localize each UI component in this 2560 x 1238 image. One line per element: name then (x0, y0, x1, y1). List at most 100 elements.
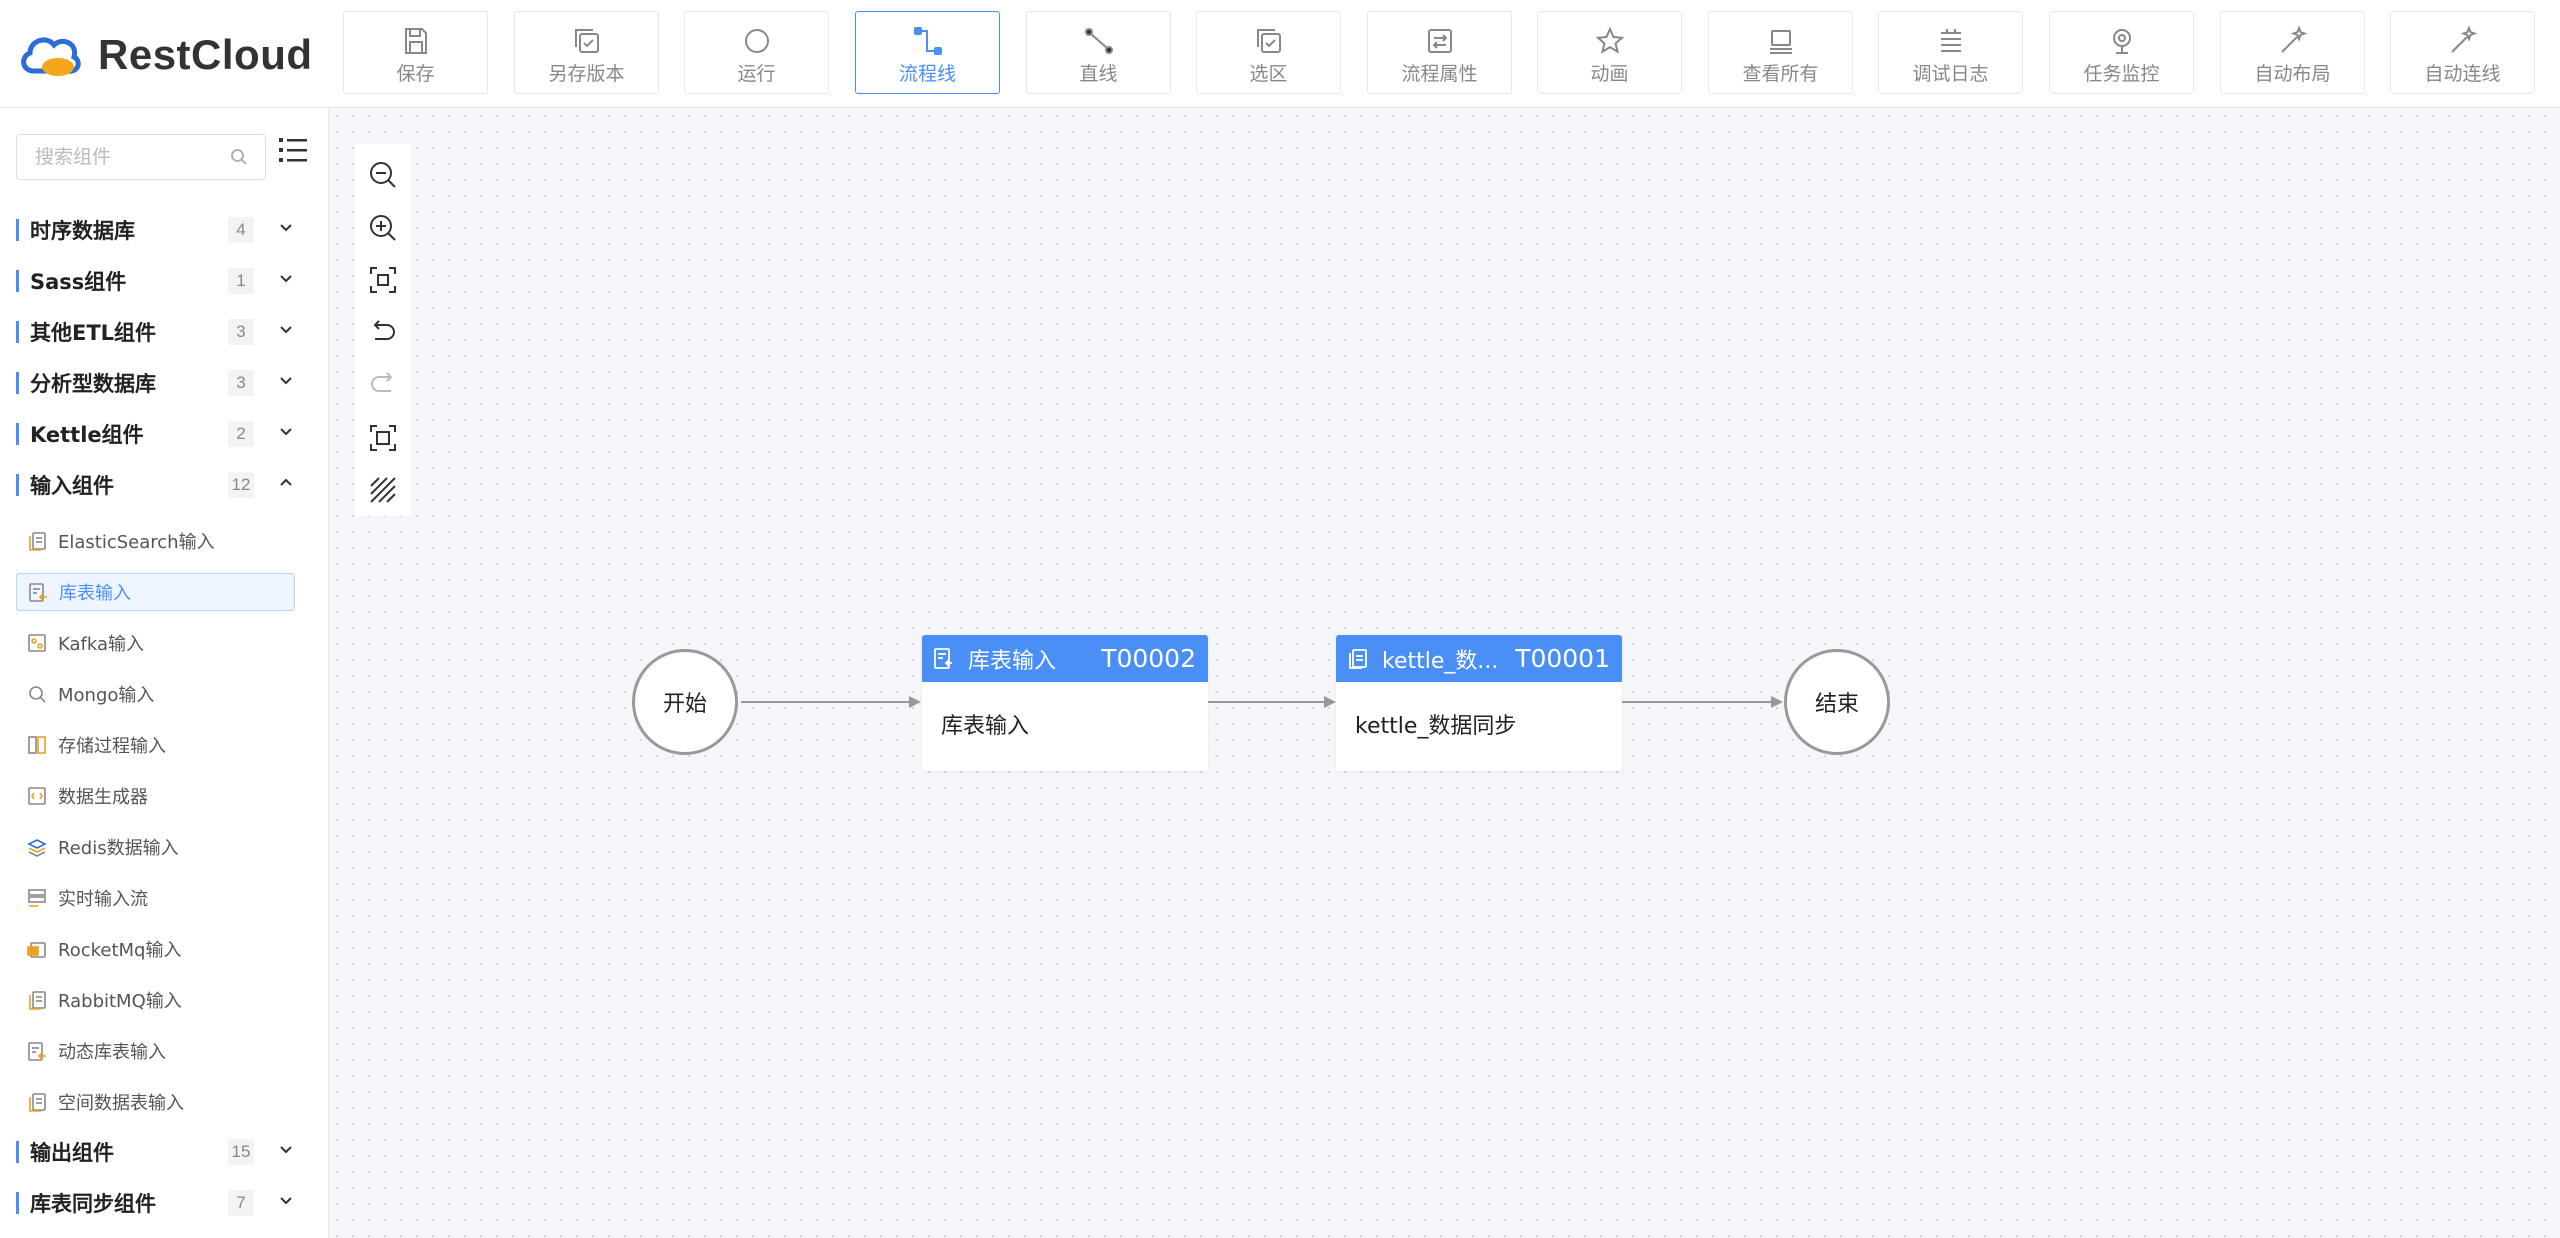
redo-icon[interactable] (365, 367, 401, 403)
circle-icon (739, 24, 775, 58)
component-item[interactable]: 动态库表输入 (16, 1032, 295, 1070)
grid-pattern-icon[interactable] (365, 472, 401, 508)
toolbar-flow-line-button[interactable]: 流程线 (855, 11, 1000, 94)
undo-icon[interactable] (365, 315, 401, 351)
component-item[interactable]: Mongo输入 (16, 675, 295, 713)
search-input[interactable] (33, 135, 227, 179)
view-all-icon (1763, 24, 1799, 58)
component-item-label: Mongo输入 (58, 685, 155, 706)
toolbar-run-button[interactable]: 运行 (684, 11, 829, 94)
fit-view-icon[interactable] (365, 262, 401, 298)
table-input-icon (26, 1040, 48, 1062)
toolbar-view-all-button[interactable]: 查看所有 (1708, 11, 1853, 94)
chevron-down-icon[interactable] (278, 372, 294, 393)
component-item-label: Kafka输入 (58, 634, 144, 655)
kafka-icon (26, 632, 48, 654)
chevron-down-icon[interactable] (278, 321, 294, 342)
component-group[interactable]: 时序数据库 4 (16, 212, 306, 248)
zoom-out-icon[interactable] (365, 157, 401, 193)
search-icon[interactable] (229, 147, 249, 172)
toolbar-save-button[interactable]: 保存 (343, 11, 488, 94)
group-accent-bar (16, 1141, 19, 1163)
task-node-table-input[interactable]: 库表输入 T00002 库表输入 (922, 635, 1208, 771)
toolbar-select-area-button[interactable]: 选区 (1196, 11, 1341, 94)
toolbar-animation-button[interactable]: 动画 (1537, 11, 1682, 94)
toolbar-button-label: 运行 (737, 63, 776, 85)
chevron-down-icon[interactable] (278, 423, 294, 444)
toolbar-straight-line-button[interactable]: 直线 (1026, 11, 1171, 94)
copy-check-icon (569, 24, 605, 58)
doc-copy-icon (26, 1091, 48, 1113)
component-search (16, 134, 266, 180)
toolbar-button-label: 自动连线 (2424, 63, 2501, 85)
component-group[interactable]: 分析型数据库 3 (16, 365, 306, 401)
component-item[interactable]: 空间数据表输入 (16, 1083, 295, 1121)
toolbar-flow-props-button[interactable]: 流程属性 (1367, 11, 1512, 94)
chevron-down-icon[interactable] (278, 270, 294, 291)
group-name: 输出组件 (30, 1141, 114, 1165)
task-node-id: T00002 (1101, 644, 1196, 673)
component-item[interactable]: 数据生成器 (16, 777, 295, 815)
group-count-badge: 7 (228, 1190, 254, 1216)
chevron-down-icon[interactable] (278, 219, 294, 240)
mongo-icon (26, 683, 48, 705)
end-node[interactable]: 结束 (1784, 649, 1890, 755)
toolbar-debug-log-button[interactable]: 调试日志 (1878, 11, 2023, 94)
toolbar-save-version-button[interactable]: 另存版本 (514, 11, 659, 94)
task-node-kettle[interactable]: kettle_数... T00001 kettle_数据同步 (1336, 635, 1622, 771)
toolbar-button-label: 直线 (1079, 63, 1118, 85)
chevron-up-icon[interactable] (278, 474, 294, 495)
group-accent-bar (16, 474, 19, 496)
component-group[interactable]: Sass组件 1 (16, 263, 306, 299)
toolbar-button-label: 保存 (396, 63, 435, 85)
component-group[interactable]: 其他ETL组件 3 (16, 314, 306, 350)
component-item-label: RocketMq输入 (58, 940, 182, 961)
flow-canvas[interactable]: 开始 库表输入 T00002 库表输入 kettle_数... T00001 k… (329, 108, 2560, 1238)
component-item[interactable]: Kafka输入 (16, 624, 295, 662)
list-view-icon[interactable] (278, 136, 308, 169)
group-accent-bar (16, 219, 19, 241)
rocketmq-icon (26, 938, 48, 960)
group-name: 库表同步组件 (30, 1192, 156, 1216)
component-group[interactable]: 输出组件 15 (16, 1134, 306, 1170)
chevron-down-icon[interactable] (278, 1141, 294, 1162)
task-node-title: kettle_数... (1382, 648, 1499, 674)
stream-icon (26, 887, 48, 909)
component-item[interactable]: 实时输入流 (16, 879, 295, 917)
actual-size-icon[interactable] (365, 420, 401, 456)
group-count-badge: 4 (228, 217, 254, 243)
toolbar-task-monitor-button[interactable]: 任务监控 (2049, 11, 2194, 94)
component-item-label: 动态库表输入 (58, 1042, 166, 1063)
component-item[interactable]: RabbitMQ输入 (16, 981, 295, 1019)
group-accent-bar (16, 372, 19, 394)
select-area-icon (1251, 24, 1287, 58)
component-group[interactable]: 输入组件 12 (16, 467, 306, 503)
component-item[interactable]: Redis数据输入 (16, 828, 295, 866)
component-item-label: 数据生成器 (58, 787, 148, 808)
component-item[interactable]: 存储过程输入 (16, 726, 295, 764)
toolbar-button-label: 调试日志 (1912, 63, 1989, 85)
component-group[interactable]: 库表同步组件 7 (16, 1185, 306, 1221)
group-name: 时序数据库 (30, 219, 135, 243)
toolbar-auto-layout-button[interactable]: 自动布局 (2220, 11, 2365, 94)
component-group[interactable]: Kettle组件 2 (16, 416, 306, 452)
group-count-badge: 12 (228, 472, 254, 498)
group-accent-bar (16, 321, 19, 343)
table-input-icon (27, 581, 49, 603)
canvas-zoom-toolbar (355, 144, 411, 516)
chevron-down-icon[interactable] (278, 1192, 294, 1213)
toolbar-button-label: 流程线 (898, 63, 956, 85)
zoom-in-icon[interactable] (365, 210, 401, 246)
toolbar-button-label: 自动布局 (2254, 63, 2331, 85)
component-item[interactable]: RocketMq输入 (16, 930, 295, 968)
toolbar-button-label: 另存版本 (548, 63, 625, 85)
brand-name: RestCloud (98, 31, 313, 78)
start-node[interactable]: 开始 (632, 649, 738, 755)
save-icon (398, 24, 434, 58)
task-node-id: T00001 (1515, 644, 1610, 673)
group-accent-bar (16, 1192, 19, 1214)
toolbar-button-label: 选区 (1249, 63, 1288, 85)
component-item[interactable]: 库表输入 (16, 573, 295, 611)
component-item[interactable]: ElasticSearch输入 (16, 522, 295, 560)
toolbar-auto-connect-button[interactable]: 自动连线 (2390, 11, 2535, 94)
